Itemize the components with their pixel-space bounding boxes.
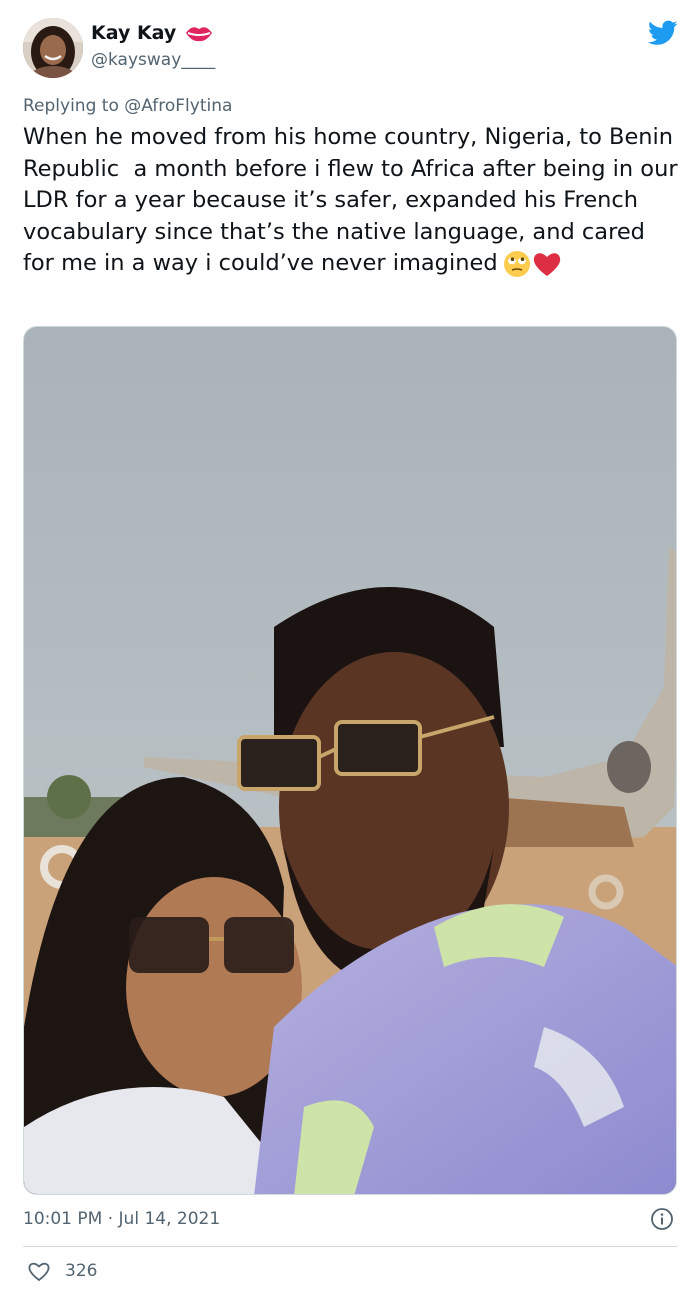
tweet-card: Kay Kay @kaysway____ Replying to @AfroFl… <box>0 0 700 1299</box>
avatar[interactable] <box>23 18 83 78</box>
tweet-emojis <box>502 250 562 278</box>
lips-kiss-icon <box>186 27 213 42</box>
author-handle[interactable]: @kaysway____ <box>91 50 215 70</box>
photo-couple-selfie <box>24 327 676 1194</box>
like-count: 326 <box>65 1261 98 1281</box>
twitter-bird-icon[interactable] <box>648 20 678 46</box>
tweet-photo[interactable] <box>23 326 677 1195</box>
divider <box>23 1246 677 1247</box>
author-name-text: Kay Kay <box>91 22 177 44</box>
tweet-text: When he moved from his home country, Nig… <box>23 122 683 280</box>
author-name[interactable]: Kay Kay <box>91 22 214 44</box>
red-heart-emoji <box>533 252 560 276</box>
info-icon[interactable] <box>650 1207 674 1231</box>
heart-icon <box>28 1262 50 1281</box>
reply-mention-link[interactable]: @AfroFlytina <box>124 96 232 116</box>
like-button[interactable]: 326 <box>27 1260 97 1282</box>
tweet-timestamp[interactable]: 10:01 PM · Jul 14, 2021 <box>23 1209 220 1229</box>
tweet-text-body: When he moved from his home country, Nig… <box>23 124 685 276</box>
replying-to: Replying to @AfroFlytina <box>23 96 232 116</box>
replying-to-prefix: Replying to <box>23 96 125 116</box>
face-with-rolling-eyes-emoji <box>503 250 530 277</box>
avatar-image <box>23 18 83 78</box>
